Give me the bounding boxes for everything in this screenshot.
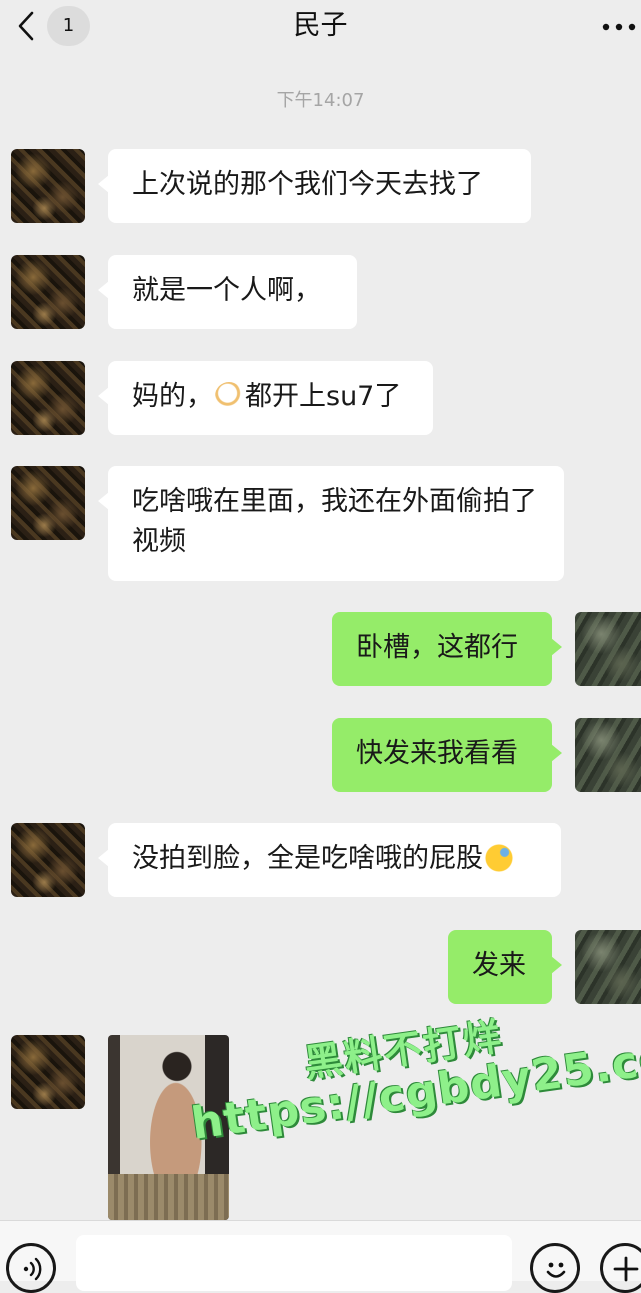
watermark-title: 黑料不打烊 [301, 1014, 506, 1086]
message-input[interactable] [76, 1235, 512, 1291]
message-text: 都开上su7了 [245, 381, 402, 412]
input-bar [0, 1220, 641, 1293]
watermark-url: https://cgbdy25.com [188, 1025, 641, 1150]
image-floor [108, 1174, 229, 1220]
my-avatar[interactable] [575, 612, 641, 686]
contact-avatar[interactable] [11, 149, 85, 223]
contact-avatar[interactable] [11, 1035, 85, 1109]
my-avatar[interactable] [575, 718, 641, 792]
contact-avatar[interactable] [11, 361, 85, 435]
message-bubble[interactable]: 吃啥哦在里面，我还在外面偷拍了视频 [98, 466, 564, 581]
message-text: 发来 [472, 950, 526, 981]
message-text: 妈的， [132, 381, 213, 412]
watermark: 黑料不打烊 https://cgbdy25.com [180, 982, 641, 1199]
message-bubble[interactable]: 快发来我看看 [332, 718, 562, 792]
message-bubble[interactable]: 上次说的那个我们今天去找了 [98, 149, 531, 223]
contact-avatar[interactable] [11, 823, 85, 897]
message-bubble[interactable]: 妈的， 都开上su7了 [98, 361, 433, 435]
message-text: 就是一个人啊， [132, 275, 321, 306]
chicken-emoji-icon [215, 382, 243, 410]
message-timestamp: 下午14:07 [276, 90, 365, 111]
plus-icon[interactable] [600, 1243, 641, 1293]
message-text: 卧槽，这都行 [356, 632, 518, 663]
emoji-icon[interactable] [530, 1243, 580, 1293]
voice-icon[interactable] [6, 1243, 56, 1293]
contact-avatar[interactable] [11, 466, 85, 540]
message-bubble[interactable]: 就是一个人啊， [98, 255, 357, 329]
more-dots-icon[interactable] [600, 18, 640, 31]
message-bubble[interactable]: 发来 [448, 930, 562, 1004]
message-bubble[interactable]: 卧槽，这都行 [332, 612, 562, 686]
message-text: 上次说的那个我们今天去找了 [132, 169, 483, 200]
message-text: 吃啥哦在里面，我还在外面偷拍了视频 [132, 486, 537, 557]
message-bubble[interactable]: 没拍到脸，全是吃啥哦的屁股 [98, 823, 561, 897]
message-text: 没拍到脸，全是吃啥哦的屁股 [132, 843, 483, 874]
chat-header: 1 民子 [0, 0, 641, 54]
my-avatar[interactable] [575, 930, 641, 1004]
contact-avatar[interactable] [11, 255, 85, 329]
sweat-emoji-icon [485, 844, 513, 872]
message-text: 快发来我看看 [356, 738, 518, 769]
message-image[interactable] [108, 1035, 229, 1220]
chat-title: 民子 [293, 10, 348, 41]
